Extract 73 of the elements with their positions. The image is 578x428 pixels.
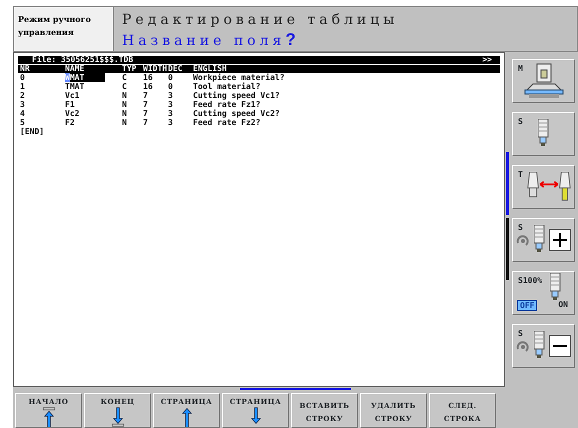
spindle-icon: [534, 225, 546, 255]
dialog-title: Редактирование таблицы: [122, 11, 400, 30]
table-cell-text: 2: [20, 91, 26, 100]
table-cell-text: N: [122, 91, 128, 100]
scroll-track: [506, 218, 509, 280]
table-cell-text: 3: [20, 100, 26, 109]
spindle-icon: [550, 273, 562, 303]
side-softkey[interactable]: M: [512, 59, 575, 103]
table-cell-text: 3: [168, 118, 174, 127]
table-cell-text: 3: [168, 109, 174, 118]
column-header: ENGLISH: [193, 65, 228, 73]
file-name: File: 35056251$$$.TDB: [32, 56, 134, 64]
table-cell-text: 7: [143, 91, 149, 100]
spindle-icon: [538, 119, 550, 149]
table-cell-text: N: [122, 100, 128, 109]
spindle-direction-icon: [515, 338, 531, 354]
table-cell-text: 3: [168, 100, 174, 109]
plus-icon: [549, 229, 571, 251]
softkey-label: S: [518, 329, 523, 338]
table-cell-text: 0: [168, 82, 174, 91]
table-cell[interactable]: Vc2: [65, 109, 122, 118]
table-cell-text: 7: [143, 100, 149, 109]
table-cell-text: Cutting speed Vc1?: [193, 91, 281, 100]
switch-option[interactable]: ON: [556, 300, 570, 311]
table-cell[interactable]: TMAT: [65, 82, 122, 91]
table-cell-text: C: [122, 73, 128, 82]
column-header: NR: [20, 65, 31, 73]
selected-table-cell[interactable]: WMAT: [65, 73, 105, 82]
table-cell-text: 16: [143, 73, 154, 82]
tool-change-icon: [526, 172, 572, 202]
end-marker: [END]: [19, 127, 46, 136]
column-header: DEC: [168, 65, 184, 73]
table-cell-text: Feed rate Fz2?: [193, 118, 262, 127]
table-cell-text: Cutting speed Vc2?: [193, 109, 281, 118]
softkey-label: S: [518, 223, 523, 232]
table-cell-text: Workpiece material?: [193, 73, 286, 82]
table-cell-text: Tool material?: [193, 82, 262, 91]
table-cell-text: Feed rate Fz1?: [193, 100, 262, 109]
table-cell[interactable]: F2: [65, 118, 122, 127]
table-cell[interactable]: Vc1: [65, 91, 122, 100]
side-softkey[interactable]: S: [512, 218, 575, 262]
table-cell-text: 5: [20, 118, 26, 127]
more-columns-indicator: >>: [482, 56, 492, 64]
table-cell-text: N: [122, 109, 128, 118]
softkey-label: S: [518, 117, 523, 126]
table-cell-text: 16: [143, 82, 154, 91]
scroll-indicator: [506, 152, 509, 215]
dialog-prompt: Название поля?: [122, 30, 301, 51]
table-cell-text: 0: [20, 73, 26, 82]
table-cell-text: C: [122, 82, 128, 91]
side-softkey[interactable]: T: [512, 165, 575, 209]
spindle-icon: [534, 331, 546, 361]
table-cell-text: 4: [20, 109, 26, 118]
table-cell-text: 0: [168, 73, 174, 82]
spindle-direction-icon: [515, 232, 531, 248]
side-softkey[interactable]: S: [512, 324, 575, 368]
table-cell-text: 7: [143, 118, 149, 127]
table-cell-text: N: [122, 118, 128, 127]
column-header: WIDTH: [143, 65, 168, 73]
column-header: TYP: [122, 65, 138, 73]
softkey-label: T: [518, 170, 523, 179]
softkey-label: S100%: [518, 276, 542, 285]
table-cell-text: 3: [168, 91, 174, 100]
side-softkey[interactable]: S100% OFF ON: [512, 271, 575, 315]
minus-icon: [549, 335, 571, 357]
switch-option[interactable]: OFF: [517, 300, 538, 311]
softkey-label: M: [518, 64, 523, 73]
table-cell[interactable]: F1: [65, 100, 122, 109]
mode-label: Режим ручного управления: [14, 7, 114, 51]
table-cell-text: 7: [143, 109, 149, 118]
column-header: NAME: [65, 65, 86, 73]
table-cell-text: 1: [20, 82, 26, 91]
side-softkey[interactable]: S: [512, 112, 575, 156]
